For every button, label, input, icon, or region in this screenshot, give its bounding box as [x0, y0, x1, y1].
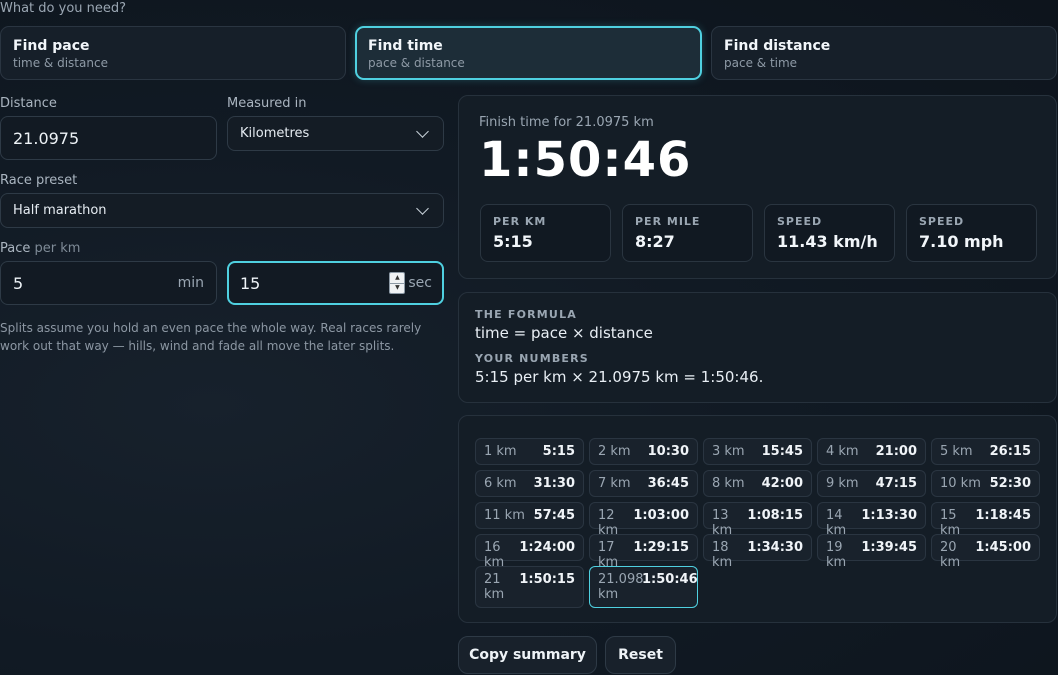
pace-label: Pace per km: [0, 241, 80, 256]
stat-key: SPEED: [777, 215, 823, 228]
split-item: 2 km 10:30: [589, 438, 698, 465]
mode-title: Find distance: [724, 38, 831, 54]
stat-key: PER MILE: [635, 215, 701, 228]
pace-label-text: Pace: [0, 241, 31, 256]
measured-in-label: Measured in: [227, 96, 307, 111]
mode-subtitle: pace & time: [724, 56, 798, 70]
stat-per-mile: PER MILE 8:27: [622, 204, 753, 262]
mode-title: Find time: [368, 38, 443, 54]
formula-heading: THE FORMULA: [475, 308, 577, 321]
split-item: 16 km 1:24:00: [475, 534, 584, 570]
distance-label: Distance: [0, 96, 57, 111]
your-numbers-heading: YOUR NUMBERS: [475, 352, 589, 365]
distance-input[interactable]: 21.0975: [0, 116, 217, 160]
distance-value: 21.0975: [13, 128, 80, 148]
measured-in-select[interactable]: Kilometres: [227, 116, 444, 151]
split-item: 7 km 36:45: [589, 470, 698, 497]
race-preset-label: Race preset: [0, 173, 78, 188]
split-item: 17 km 1:29:15: [589, 534, 698, 570]
split-item: 12 km 1:03:00: [589, 502, 698, 538]
result-card: Finish time for 21.0975 km 1:50:46 PER K…: [458, 95, 1057, 279]
mode-subtitle: time & distance: [13, 56, 108, 70]
pace-minutes-value: 5: [13, 273, 24, 293]
mode-find-distance-button[interactable]: Find distance pace & time: [711, 26, 1057, 80]
finish-time-value: 1:50:46: [479, 132, 692, 188]
pace-seconds-input[interactable]: 15 ▲ ▼ sec: [227, 261, 444, 305]
split-item: 13 km 1:08:15: [703, 502, 812, 538]
your-numbers-text: 5:15 per km × 21.0975 km = 1:50:46.: [475, 368, 764, 386]
split-item: 20 km 1:45:00: [931, 534, 1040, 570]
spinner-up-icon[interactable]: ▲: [390, 273, 405, 284]
splits-card: 1 km 5:15 2 km 10:30 3 km 15:45 4 km 21:00 5…: [458, 415, 1057, 623]
stat-value: 5:15: [493, 232, 533, 251]
split-item: 6 km 31:30: [475, 470, 584, 497]
stat-speed-mph: SPEED 7.10 mph: [906, 204, 1037, 262]
race-preset-select[interactable]: Half marathon: [0, 193, 444, 228]
pace-label-sub: per km: [34, 241, 81, 256]
chevron-down-icon: [416, 202, 429, 215]
reset-button[interactable]: Reset: [605, 636, 676, 674]
split-item: 3 km 15:45: [703, 438, 812, 465]
split-item: 10 km 52:30: [931, 470, 1040, 497]
measured-in-value: Kilometres: [240, 126, 310, 141]
formula-text: time = pace × distance: [475, 324, 653, 342]
pace-minutes-unit: min: [177, 275, 204, 291]
split-item-final: 21.098 km 1:50:46: [589, 566, 698, 608]
pace-minutes-input[interactable]: 5 min: [0, 261, 217, 305]
mode-title: Find pace: [13, 38, 90, 54]
mode-subtitle: pace & distance: [368, 56, 465, 70]
split-item: 8 km 42:00: [703, 470, 812, 497]
stat-value: 11.43 km/h: [777, 232, 878, 251]
stat-value: 8:27: [635, 232, 675, 251]
copy-summary-button[interactable]: Copy summary: [458, 636, 597, 674]
split-item: 19 km 1:39:45: [817, 534, 926, 570]
pace-seconds-value: 15: [240, 273, 261, 293]
mode-find-time-button[interactable]: Find time pace & distance: [355, 26, 702, 80]
splits-note: Splits assume you hold an even pace the …: [0, 321, 422, 353]
spinner-down-icon[interactable]: ▼: [390, 284, 404, 294]
race-preset-value: Half marathon: [13, 203, 107, 218]
split-item: 1 km 5:15: [475, 438, 584, 465]
number-spinner[interactable]: ▲ ▼: [389, 272, 406, 294]
split-item: 5 km 26:15: [931, 438, 1040, 465]
split-item: 11 km 57:45: [475, 502, 584, 529]
stat-key: PER KM: [493, 215, 547, 228]
stat-per-km: PER KM 5:15: [480, 204, 611, 262]
split-item: 4 km 21:00: [817, 438, 926, 465]
stat-value: 7.10 mph: [919, 232, 1004, 251]
question-label: What do you need?: [0, 1, 127, 16]
stat-key: SPEED: [919, 215, 965, 228]
stat-speed-kmh: SPEED 11.43 km/h: [764, 204, 895, 262]
mode-find-pace-button[interactable]: Find pace time & distance: [0, 26, 346, 80]
pace-seconds-unit: sec: [408, 275, 432, 291]
split-item: 21 km 1:50:15: [475, 566, 584, 608]
split-item: 9 km 47:15: [817, 470, 926, 497]
split-item: 15 km 1:18:45: [931, 502, 1040, 538]
chevron-down-icon: [416, 125, 429, 138]
formula-card: THE FORMULA time = pace × distance YOUR …: [458, 292, 1057, 403]
split-item: 14 km 1:13:30: [817, 502, 926, 538]
finish-time-caption: Finish time for 21.0975 km: [479, 115, 654, 130]
split-item: 18 km 1:34:30: [703, 534, 812, 570]
